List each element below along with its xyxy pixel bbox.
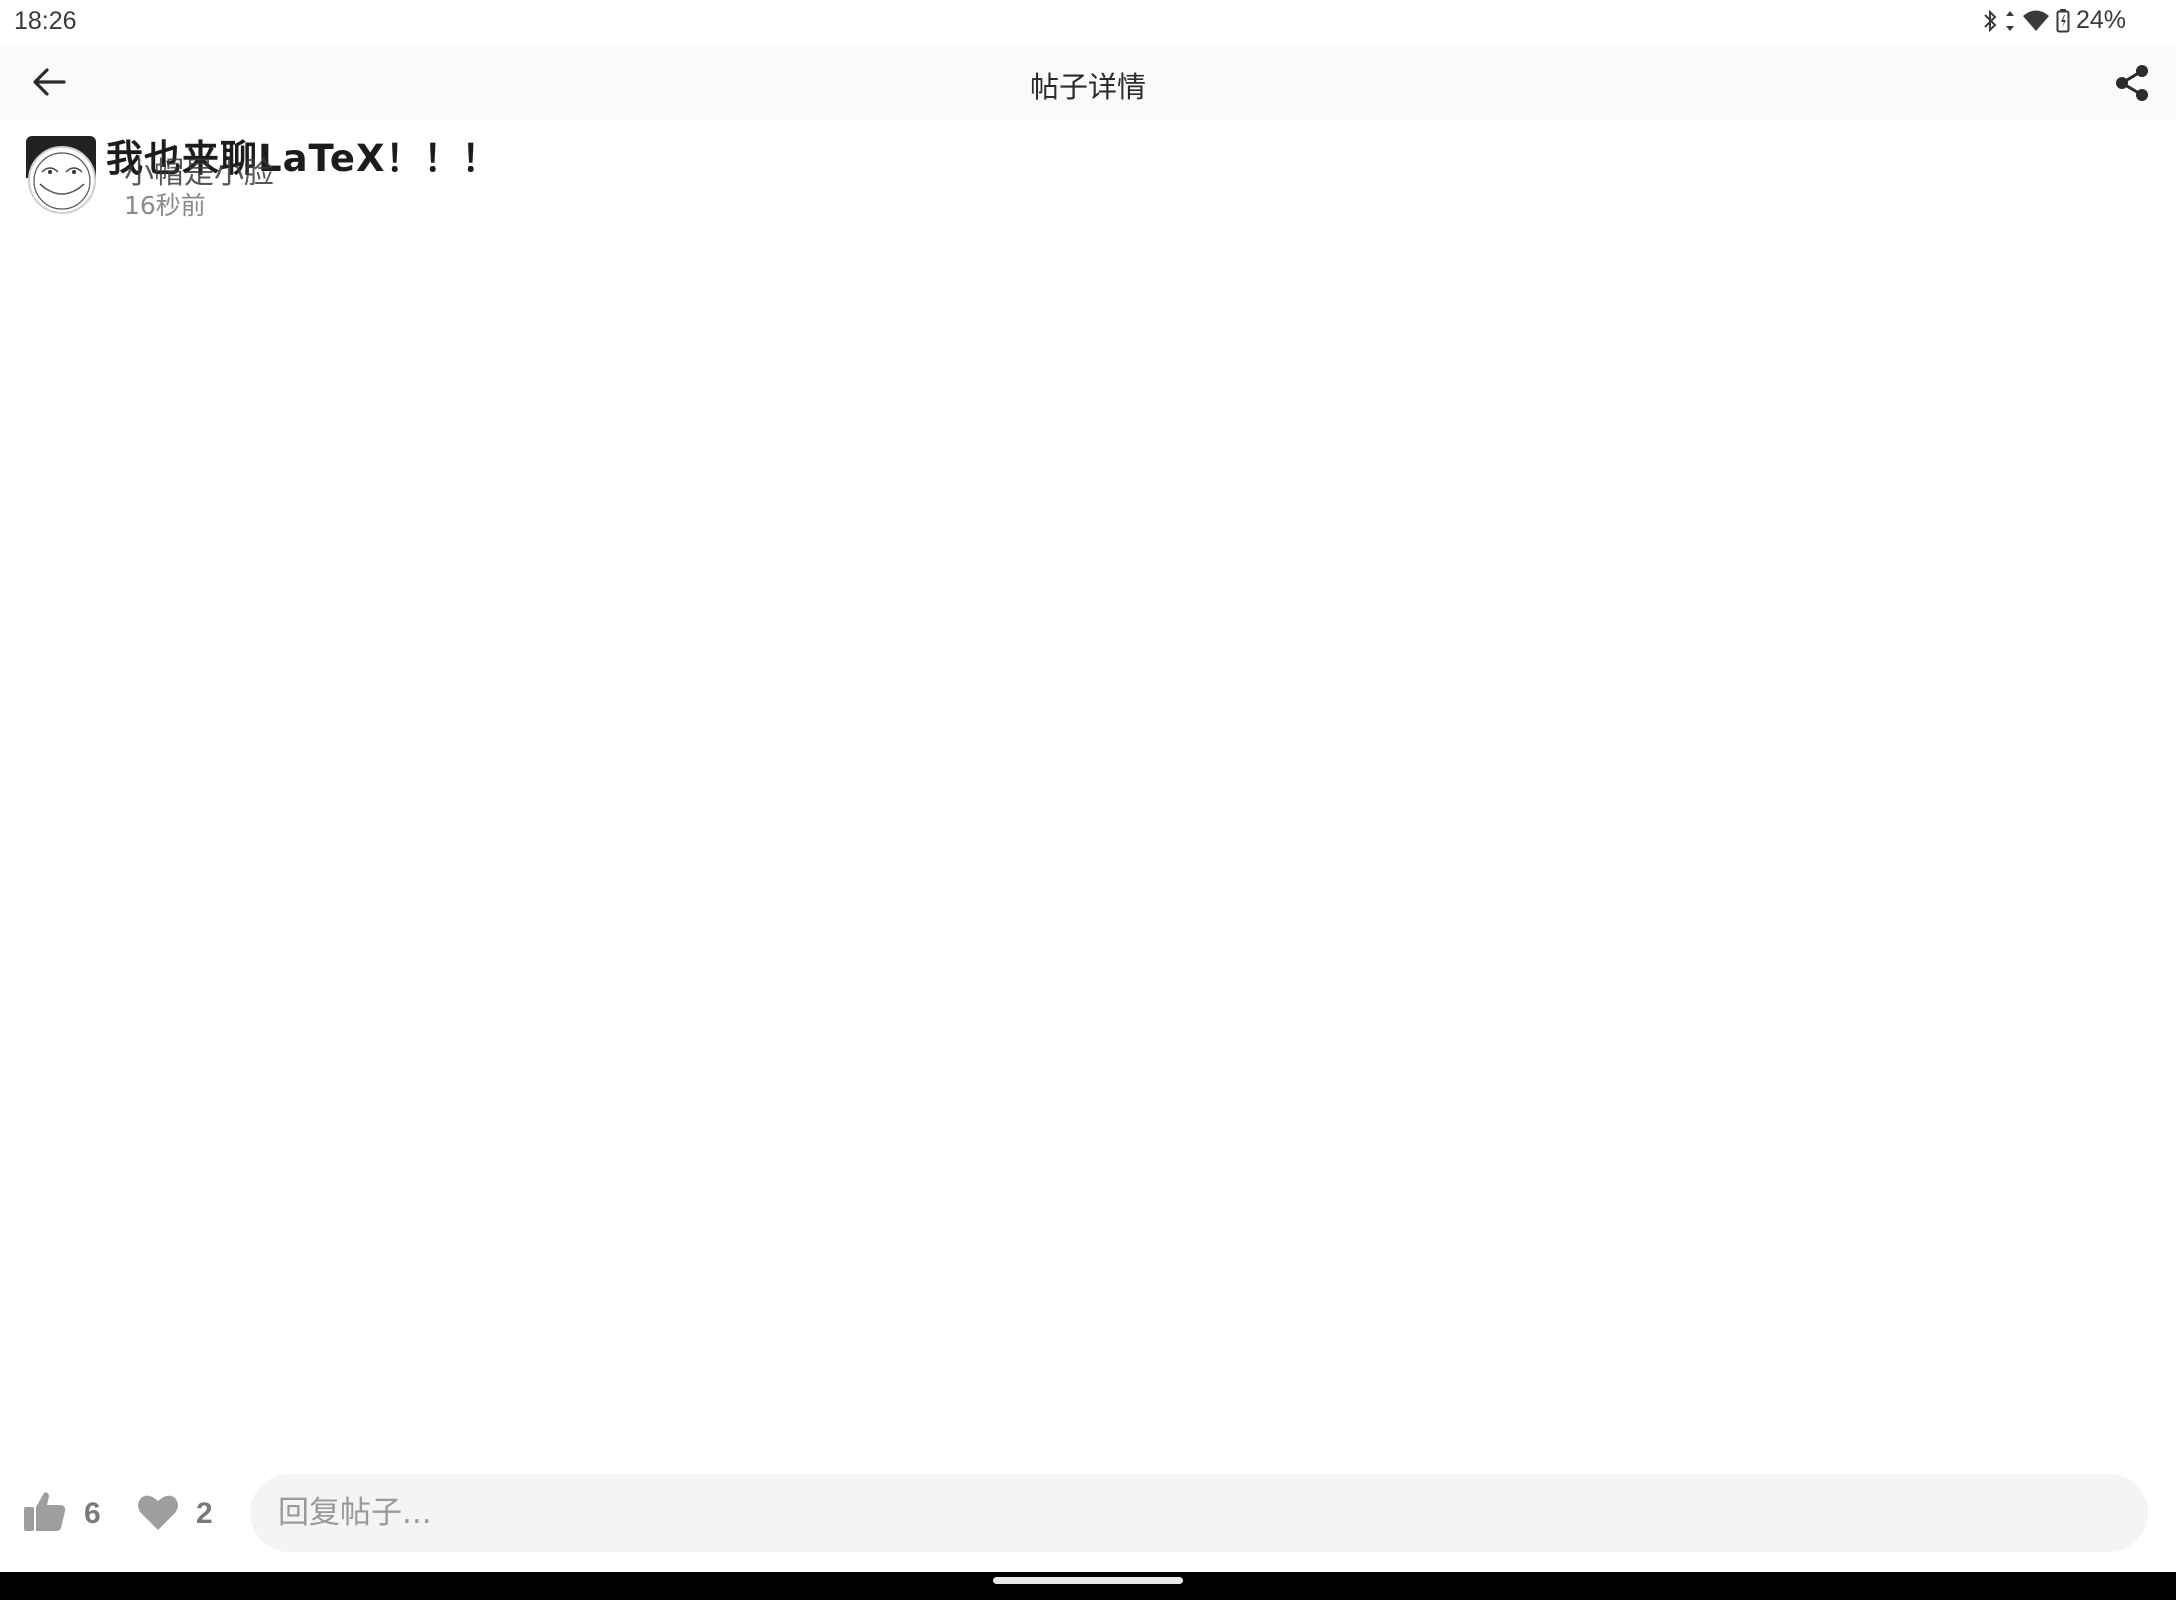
thumbs-up-icon bbox=[22, 1489, 68, 1539]
status-time: 18:26 bbox=[14, 7, 77, 35]
battery-percent: 24% bbox=[2075, 6, 2126, 34]
heart-icon bbox=[136, 1492, 180, 1536]
bluetooth-icon bbox=[1982, 8, 1998, 34]
data-arrows-icon bbox=[2004, 8, 2016, 34]
favorite-count: 2 bbox=[196, 1497, 213, 1530]
post-body bbox=[0, 230, 2176, 1460]
bottom-action-bar: 6 2 bbox=[0, 1460, 2176, 1572]
post-header: 我也来聊LaTeX！！！ 小帽是小脸 16秒前 bbox=[0, 120, 2176, 230]
post-timestamp: 16秒前 bbox=[124, 191, 206, 220]
like-button[interactable]: 6 bbox=[22, 1484, 101, 1544]
app-bar: 帖子详情 bbox=[0, 44, 2176, 120]
smiley-face-icon bbox=[30, 152, 94, 212]
battery-icon bbox=[2056, 8, 2070, 34]
page-title: 帖子详情 bbox=[1029, 70, 1146, 104]
status-icons: 24% bbox=[1982, 6, 2126, 35]
share-button[interactable] bbox=[2104, 57, 2160, 113]
favorite-button[interactable]: 2 bbox=[136, 1484, 213, 1544]
share-icon bbox=[2114, 64, 2150, 106]
like-count: 6 bbox=[84, 1497, 101, 1530]
wifi-icon bbox=[2022, 8, 2050, 34]
status-bar: 18:26 24% bbox=[0, 0, 2176, 44]
home-gesture-handle[interactable] bbox=[993, 1577, 1183, 1584]
reply-input[interactable] bbox=[250, 1474, 2148, 1552]
system-nav-bar bbox=[0, 1572, 2176, 1600]
avatar[interactable] bbox=[28, 146, 96, 214]
